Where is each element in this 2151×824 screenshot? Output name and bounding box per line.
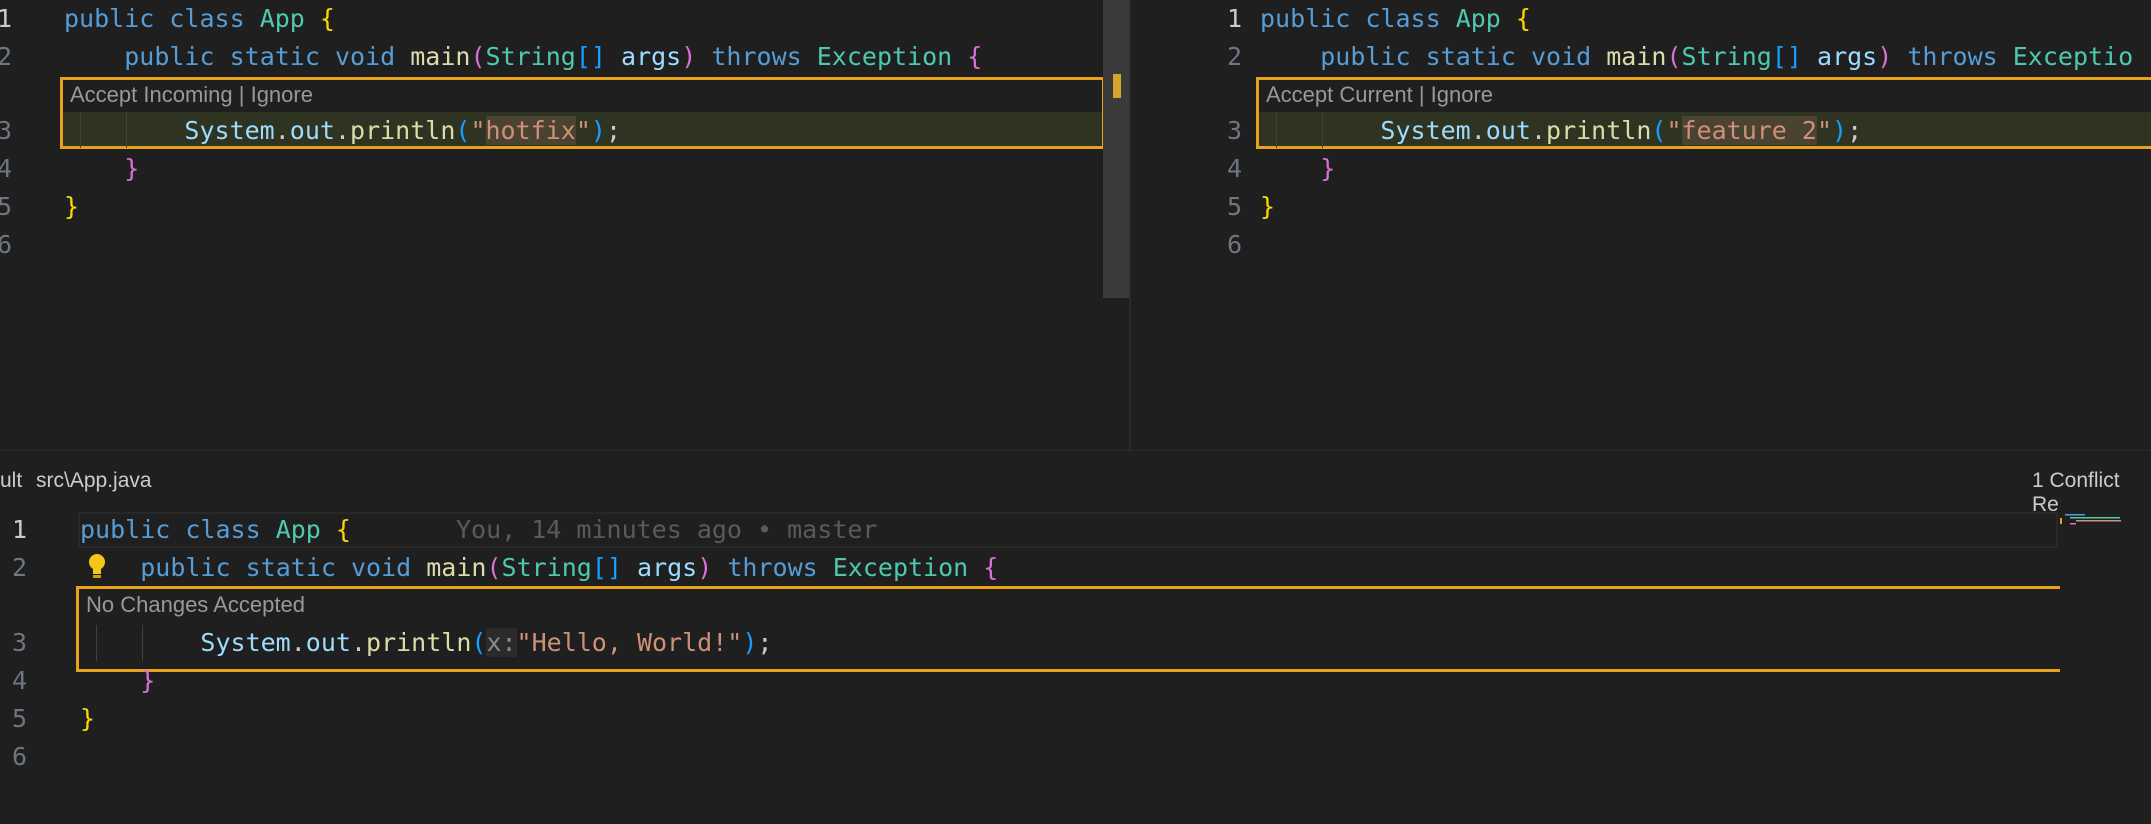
line-number: 1	[0, 4, 12, 33]
code-line-2[interactable]: public static void main(String[] args) t…	[1260, 39, 2133, 75]
result-header: ult src\App.java 1 Conflict Re	[0, 450, 2151, 516]
pane-divider[interactable]	[1129, 0, 1131, 450]
code-line-2[interactable]: public static void main(String[] args) t…	[64, 39, 982, 75]
line-number: 3	[1226, 116, 1242, 145]
current-editor-pane[interactable]: 1 2 3 4 5 6 public class App { public st…	[1132, 0, 2151, 450]
code-line-4[interactable]: }	[64, 151, 139, 187]
line-number: 4	[11, 666, 27, 695]
code-line-3[interactable]: System.out.println("hotfix");	[64, 113, 621, 149]
line-number: 6	[1226, 230, 1242, 259]
incoming-editor-pane[interactable]: 1 2 3 4 5 6 public class App { public st…	[0, 0, 1105, 450]
inlay-hint: x:	[486, 628, 517, 657]
result-title: ult	[0, 469, 23, 492]
code-line-1[interactable]: public class App {	[64, 1, 335, 37]
scrollbar-thumb[interactable]	[1103, 0, 1129, 298]
current-line-highlight	[78, 512, 2058, 548]
code-line-3[interactable]: System.out.println(x:"Hello, World!");	[80, 625, 772, 661]
file-path[interactable]: src\App.java	[36, 469, 152, 493]
code-line-4[interactable]: }	[1260, 151, 1335, 187]
codelens-no-changes: No Changes Accepted	[86, 592, 305, 617]
line-number: 3	[11, 628, 27, 657]
line-number: 2	[11, 553, 27, 582]
line-number: 3	[0, 116, 12, 145]
line-number: 1	[1226, 4, 1242, 33]
code-line-5[interactable]: }	[1260, 189, 1275, 225]
code-line-5[interactable]: }	[80, 701, 95, 737]
code-line-4[interactable]: }	[80, 663, 155, 699]
line-number: 6	[11, 742, 27, 771]
code-line-1[interactable]: public class App {	[80, 512, 351, 548]
codelens-accept-incoming[interactable]: Accept Incoming | Ignore	[70, 77, 313, 113]
code-line-5[interactable]: }	[64, 189, 79, 225]
line-number: 2	[1226, 42, 1242, 71]
minimap[interactable]	[2060, 512, 2151, 552]
line-number: 5	[0, 192, 12, 221]
line-number: 4	[0, 154, 12, 183]
line-number: 6	[0, 230, 12, 259]
line-number: 4	[1226, 154, 1242, 183]
conflict-count[interactable]: 1 Conflict Re	[2032, 469, 2151, 517]
git-blame-annotation: You, 14 minutes ago • master	[456, 515, 878, 544]
result-editor-pane[interactable]: 1 2 3 4 5 6 public class App { You, 14 m…	[0, 512, 2151, 824]
codelens-accept-current[interactable]: Accept Current | Ignore	[1266, 77, 1493, 113]
line-number: 2	[0, 42, 12, 71]
line-number: 5	[11, 704, 27, 733]
code-line-2[interactable]: public static void main(String[] args) t…	[80, 550, 998, 586]
line-number: 5	[1226, 192, 1242, 221]
conflict-marker	[1113, 74, 1121, 98]
code-line-1[interactable]: public class App {	[1260, 1, 1531, 37]
code-line-3[interactable]: System.out.println("feature 2");	[1260, 113, 1862, 149]
line-number: 1	[11, 515, 27, 544]
